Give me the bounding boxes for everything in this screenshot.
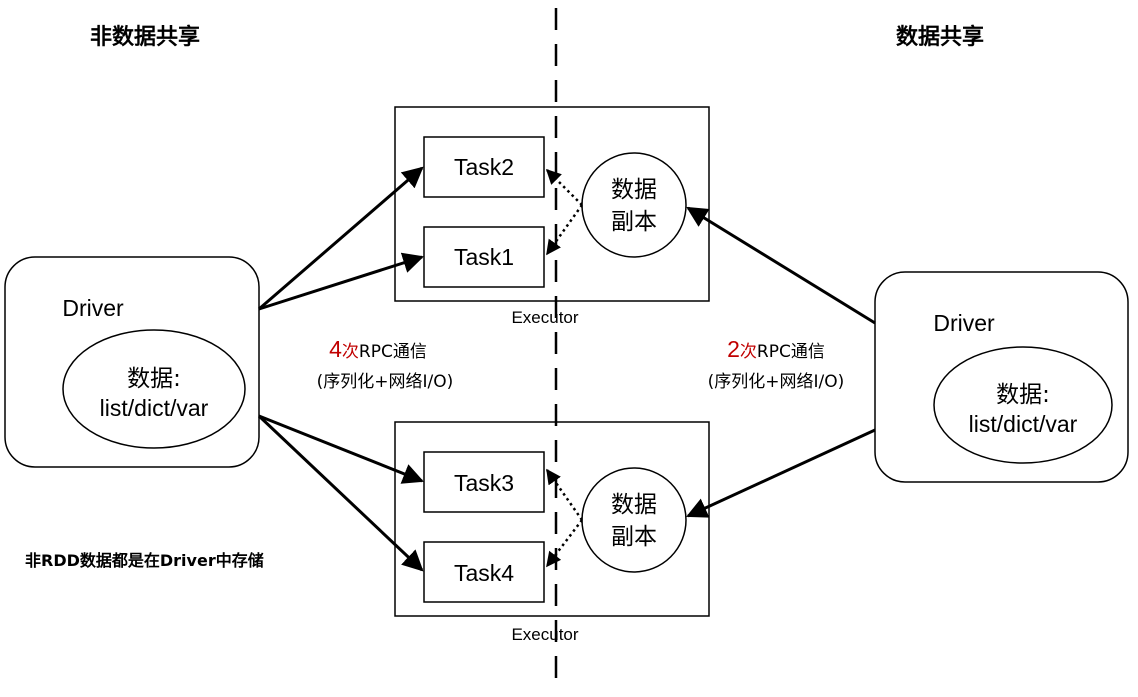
left-driver-data-line1: 数据: (127, 366, 181, 392)
storage-note: 非RDD数据都是在Driver中存储 (25, 551, 264, 570)
rpc-left-detail: (序列化+网络I/O) (317, 372, 454, 392)
right-driver-label: Driver (933, 310, 995, 336)
rpc-right-text-ci: 次 (740, 342, 757, 362)
executor-2-label: Executor (511, 625, 578, 644)
right-driver-data-line1: 数据: (996, 382, 1050, 408)
driver-to-task2-arrow (258, 166, 424, 311)
rpc-right-label: 2次RPC通信 (727, 336, 825, 362)
right-driver-data-line2: list/dict/var (969, 411, 1078, 437)
driver-to-task4-arrow (257, 414, 424, 572)
driver-to-copy2-arrow (686, 428, 876, 518)
diagram-canvas: 非数据共享 数据共享 Executor Task2 Task1 数据 副本 Ex… (4, 8, 1129, 692)
rpc-right-detail: (序列化+网络I/O) (708, 372, 845, 392)
data-copy-2-line2: 副本 (611, 524, 657, 550)
task3-label: Task3 (454, 470, 514, 496)
data-copy-2-circle (581, 467, 687, 573)
copy-to-task2-arrow (545, 168, 583, 206)
data-copy-1-line1: 数据 (611, 177, 657, 203)
task1-label: Task1 (454, 244, 514, 270)
rpc-right-text-rest: RPC通信 (757, 342, 825, 362)
rpc-left-label: 4次RPC通信 (329, 336, 427, 362)
task2-label: Task2 (454, 154, 514, 180)
driver-to-task3-arrow (258, 414, 424, 484)
left-section-title: 非数据共享 (90, 24, 200, 50)
copy-to-task1-arrow (545, 204, 584, 256)
data-copy-2-line1: 数据 (611, 492, 657, 518)
right-section-title: 数据共享 (896, 24, 984, 50)
data-copy-1-line2: 副本 (611, 209, 657, 235)
rpc-left-text-ci: 次 (342, 342, 359, 362)
rpc-left-count: 4 (329, 336, 342, 362)
rpc-left-text-rest: RPC通信 (359, 342, 427, 362)
copy-to-task3-arrow (545, 468, 584, 521)
data-copy-1-circle (581, 152, 687, 258)
left-driver-data-line2: list/dict/var (100, 395, 209, 421)
rpc-right-count: 2 (727, 336, 740, 362)
copy-to-task4-arrow (546, 519, 583, 568)
executor-1-label: Executor (511, 308, 578, 327)
driver-to-copy1-arrow (686, 206, 876, 325)
left-driver-label: Driver (62, 295, 124, 321)
task4-label: Task4 (454, 560, 514, 586)
